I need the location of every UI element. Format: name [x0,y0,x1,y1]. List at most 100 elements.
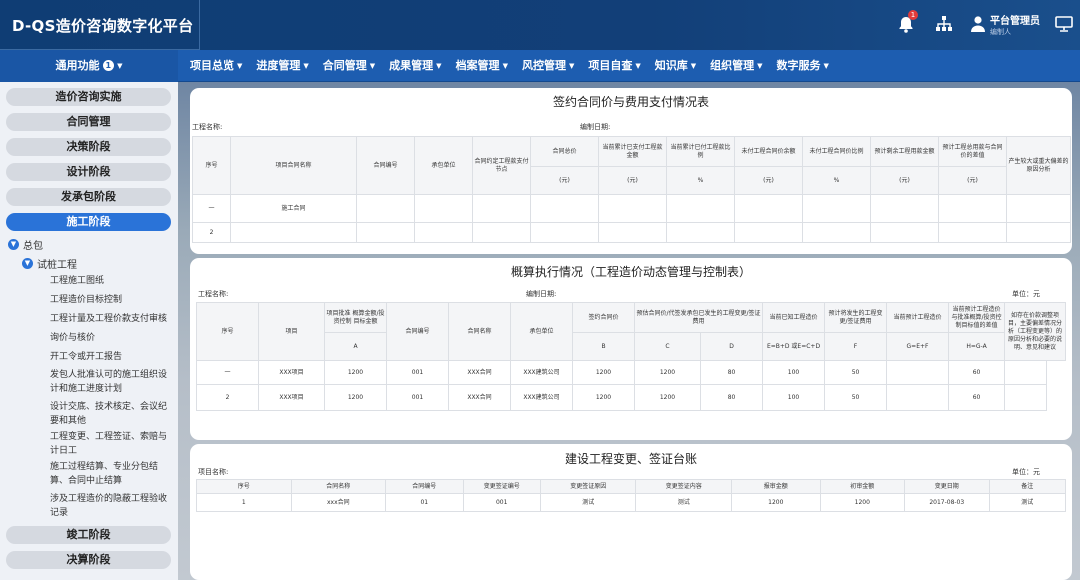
user-role: 编制人 [990,28,1011,36]
sidebar-stage[interactable]: 发承包阶段 [6,188,171,206]
tree-node-child[interactable]: ▼ 试桩工程 [22,256,77,271]
table-cell: 001 [462,493,541,512]
sidebar-stage[interactable]: 设计阶段 [6,163,171,181]
table-cell: 001 [386,360,449,385]
sidebar-stage[interactable]: 施工阶段 [6,213,171,231]
sidebar-sub-item[interactable]: 工程计量及工程价款支付审核 [50,312,172,326]
sidebar-stage[interactable]: 合同管理 [6,113,171,131]
main-nav: 通用功能 1 ▼ 项目总览 ▼ 进度管理 ▼ 合同管理 ▼ 成果管理 ▼ 档案管理 ▼ 风控管理 ▼ 项目自… [0,50,1080,82]
column-header: 项目合同名称 [230,136,357,195]
table-cell [472,194,531,223]
sidebar-sub-item[interactable]: 设计交底、技术核定、会议纪要和其他 [50,400,172,428]
column-unit: (元) [530,166,599,195]
table-cell: 1200 [819,493,906,512]
table-cell: 测试 [988,493,1066,512]
chevron-down-icon: ▼ [502,62,508,70]
sidebar-sub-item[interactable]: 工程施工图纸 [50,274,172,288]
table-cell: XXX建筑公司 [510,384,573,411]
table-cell: 1200 [572,384,635,411]
table-cell: 1200 [324,384,387,411]
nav-item[interactable]: 成果管理 ▼ [389,50,441,82]
nav-item-label: 知识库 [654,59,688,72]
table-cell [870,194,939,223]
table-cell: 01 [385,493,464,512]
table-cell [1004,360,1048,385]
user-icon[interactable] [968,14,988,34]
column-header: 当前累计已支付工程款金额 [598,136,667,167]
sidebar-stage[interactable]: 决策阶段 [6,138,171,156]
nav-item[interactable]: 数字服务 ▼ [777,50,829,82]
chevron-down-icon: ▼ [117,62,123,70]
project-name-label: 工程名称: [192,123,223,131]
table-cell: 2 [192,222,231,243]
column-header: 签约合同价 [572,302,635,333]
sidebar-stage[interactable]: 竣工阶段 [6,526,171,544]
tree-node-root[interactable]: ▼ 总包 [8,237,43,252]
column-header: 变更签证原因 [539,479,637,494]
project-name-label: 项目名称: [198,468,229,476]
date-label: 编制日期: [580,123,611,131]
top-bar: D-QS造价咨询数字化平台 1 平台管理员 编制人 [0,0,1080,50]
table-cell [230,222,357,243]
table-cell: XXX合同 [448,360,511,385]
sidebar-stage[interactable]: 造价咨询实施 [6,88,171,106]
contract-payment-table: 序号 项目合同名称 合同编号 承包单位 合同约定工程款支付节点 合同总价 当前累计已支付工程… [192,136,1071,243]
column-header: 未付工程合同价比例 [802,136,871,167]
chevron-down-icon: ▼ [369,62,376,70]
nav-item-label: 项目自查 [588,59,633,72]
column-header: 合同约定工程款支付节点 [472,136,531,195]
column-unit: (元) [870,166,939,195]
column-header: 合同编号 [386,302,449,361]
column-header: 项目 [258,302,325,361]
nav-item[interactable]: 项目总览 ▼ [190,50,242,82]
chevron-down-icon: ▼ [690,62,697,70]
contract-payment-panel: 签约合同价与费用支付情况表 工程名称: 编制日期: 序号 项目合同名称 合同编号 承包… [190,88,1072,254]
sidebar-sub-item[interactable]: 开工令或开工报告 [50,350,172,364]
nav-common-label: 通用功能 [55,59,100,72]
table-row: 一施工合同 [192,194,1071,223]
column-header: 预计工程总用款与合同价的差值 [938,136,1007,167]
nav-item-label: 成果管理 [389,59,434,72]
sidebar-sub-item[interactable]: 工程造价目标控制 [50,293,172,307]
change-ledger-panel: 建设工程变更、签证台账 项目名称: 单位：元 序号 合同名称 合同编号 变更签证编号变… [190,444,1072,580]
org-chart-icon[interactable] [934,14,954,34]
chevron-down-icon: ▼ [303,62,309,70]
sidebar-stage[interactable]: 决算阶段 [6,551,171,569]
monitor-icon[interactable] [1054,14,1074,34]
nav-item[interactable]: 项目自查 ▼ [588,50,640,82]
notification-badge: 1 [908,10,918,20]
chevron-down-icon: ▼ [22,258,33,269]
nav-item-label: 档案管理 [455,59,500,72]
nav-item[interactable]: 进度管理 ▼ [256,50,308,82]
nav-common-count: 1 [102,60,115,71]
sidebar-sub-item[interactable]: 涉及工程造价的隐蔽工程验收记录 [50,492,172,520]
nav-common-functions[interactable]: 通用功能 1 ▼ [0,50,178,82]
table-cell [598,194,667,223]
nav-item-label: 合同管理 [322,59,367,72]
change-ledger-table: 序号 合同名称 合同编号 变更签证编号 变更签证原因 变更签证内容 报审金额 初审金额 变更日期… [196,479,1066,512]
table-cell: 一 [196,360,259,385]
table-cell: 60 [948,384,1006,411]
nav-item[interactable]: 档案管理 ▼ [456,50,508,82]
tree-node-label: 试桩工程 [37,260,77,271]
table-cell [938,194,1007,223]
table-cell: 50 [824,384,888,411]
nav-item[interactable]: 合同管理 ▼ [323,50,375,82]
table-cell: 1200 [731,493,821,512]
column-code: D [699,332,764,361]
nav-item[interactable]: 风控管理 ▼ [522,50,574,82]
column-header: 当前已知工程造价 [762,302,826,333]
table-cell [1006,222,1071,243]
sidebar-sub-item[interactable]: 发包人批准认可的施工组织设计和施工进度计划 [50,368,172,396]
nav-item[interactable]: 组织管理 ▼ [710,50,762,82]
column-code: B [572,332,635,361]
sidebar-sub-item[interactable]: 工程变更、工程签证、索赔与计日工 [50,430,172,458]
nav-item[interactable]: 知识库 ▼ [655,50,696,82]
sidebar-sub-item[interactable]: 询价与核价 [50,331,172,345]
user-name[interactable]: 平台管理员 [990,12,1040,27]
table-cell [666,194,735,223]
sidebar-sub-item[interactable]: 施工过程结算、专业分包结算、合同中止结算 [50,460,172,488]
chevron-down-icon: ▼ [568,62,575,70]
panel-title: 建设工程变更、签证台账 [564,452,697,466]
table-cell [802,194,871,223]
